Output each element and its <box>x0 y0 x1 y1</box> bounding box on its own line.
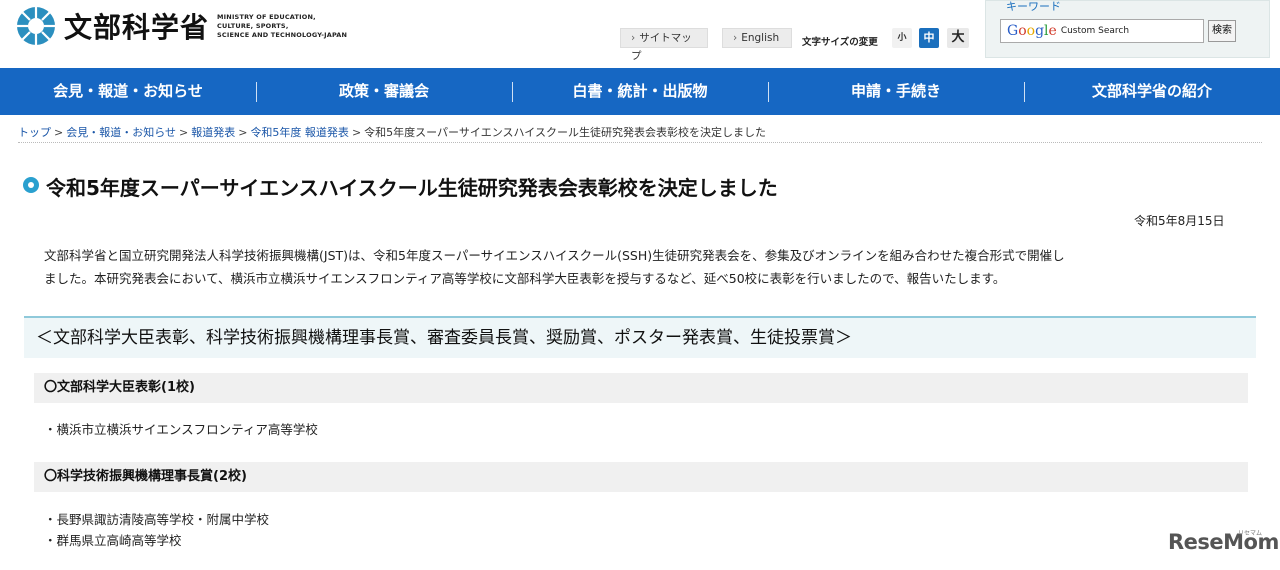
section-heading: ＜文部科学大臣表彰、科学技術振興機構理事長賞、審査委員長賞、奨励賞、ポスター発表… <box>24 316 1256 358</box>
breadcrumb-link-r5-releases[interactable]: 令和5年度 報道発表 <box>250 126 349 139</box>
breadcrumb-link-releases[interactable]: 報道発表 <box>191 126 235 139</box>
article-body: 文部科学省と国立研究開発法人科学技術振興機構(JST)は、令和5年度スーパーサイ… <box>44 248 1065 286</box>
english-button[interactable]: › English <box>722 28 792 48</box>
logo-text: 文部科学省 <box>64 11 210 44</box>
page-title: 令和5年度スーパーサイエンスハイスクール生徒研究発表会表彰校を決定しました <box>46 176 778 200</box>
nav-item-policy[interactable]: 政策・審議会 <box>256 68 512 115</box>
award-heading-minister: 〇文部科学大臣表彰(1校) <box>34 373 1248 403</box>
logo-english-text: MINISTRY OF EDUCATION, CULTURE, SPORTS, … <box>217 12 348 39</box>
breadcrumb-link-top[interactable]: トップ <box>18 126 51 139</box>
sitemap-button[interactable]: › サイトマップ <box>620 28 708 62</box>
breadcrumb-separator: > <box>351 126 362 139</box>
breadcrumb-link-press[interactable]: 会見・報道・お知らせ <box>66 126 176 139</box>
breadcrumb-separator: > <box>54 126 64 139</box>
breadcrumb-separator: > <box>179 126 189 139</box>
breadcrumb-divider <box>18 142 1262 143</box>
award-heading-jst: 〇科学技術振興機構理事長賞(2校) <box>34 462 1248 492</box>
search-panel: キーワード Google Custom Search 検索 <box>985 0 1270 58</box>
nav-item-about[interactable]: 文部科学省の紹介 <box>1024 68 1280 115</box>
font-size-large-button[interactable]: 大 <box>947 28 969 48</box>
breadcrumb: トップ > 会見・報道・お知らせ > 報道発表 > 令和5年度 報道発表 > 令和5年度スーパー… <box>18 124 766 140</box>
search-placeholder: Custom Search <box>1060 26 1130 36</box>
main-nav: 会見・報道・お知らせ 政策・審議会 白書・統計・出版物 申請・手続き 文部科学省… <box>0 68 1280 115</box>
list-item: ・横浜市立横浜サイエンスフロンティア高等学校 <box>44 422 318 437</box>
nav-item-publications[interactable]: 白書・統計・出版物 <box>512 68 768 115</box>
search-button[interactable]: 検索 <box>1208 20 1236 42</box>
nav-item-press[interactable]: 会見・報道・お知らせ <box>0 68 256 115</box>
resemom-watermark: ReseMom <box>1168 530 1279 554</box>
font-size-label: 文字サイズの変更 <box>802 37 878 48</box>
site-header: 文部科学省 MINISTRY OF EDUCATION, CULTURE, SP… <box>0 0 1280 68</box>
resemom-watermark-sub: リセマム <box>1238 530 1263 537</box>
breadcrumb-separator: > <box>238 126 248 139</box>
search-keyword-label: キーワード <box>1006 0 1061 13</box>
nav-item-applications[interactable]: 申請・手続き <box>768 68 1024 115</box>
search-input[interactable]: Google Custom Search <box>1000 19 1204 43</box>
chevron-right-icon: › <box>631 32 636 44</box>
list-item: ・群馬県立高崎高等学校 <box>44 533 182 548</box>
chevron-right-icon: › <box>733 32 738 44</box>
google-logo-icon: Google <box>1007 23 1057 39</box>
publish-date: 令和5年8月15日 <box>1134 214 1225 228</box>
font-size-medium-button[interactable]: 中 <box>919 28 939 48</box>
title-bullet-icon <box>23 177 39 193</box>
font-size-small-button[interactable]: 小 <box>892 28 912 48</box>
logo-mark-icon <box>17 7 55 45</box>
breadcrumb-current: 令和5年度スーパーサイエンスハイスクール生徒研究発表会表彰校を決定しました <box>364 126 766 139</box>
site-logo[interactable]: 文部科学省 MINISTRY OF EDUCATION, CULTURE, SP… <box>16 6 347 46</box>
list-item: ・長野県諏訪清陵高等学校・附属中学校 <box>44 512 270 527</box>
